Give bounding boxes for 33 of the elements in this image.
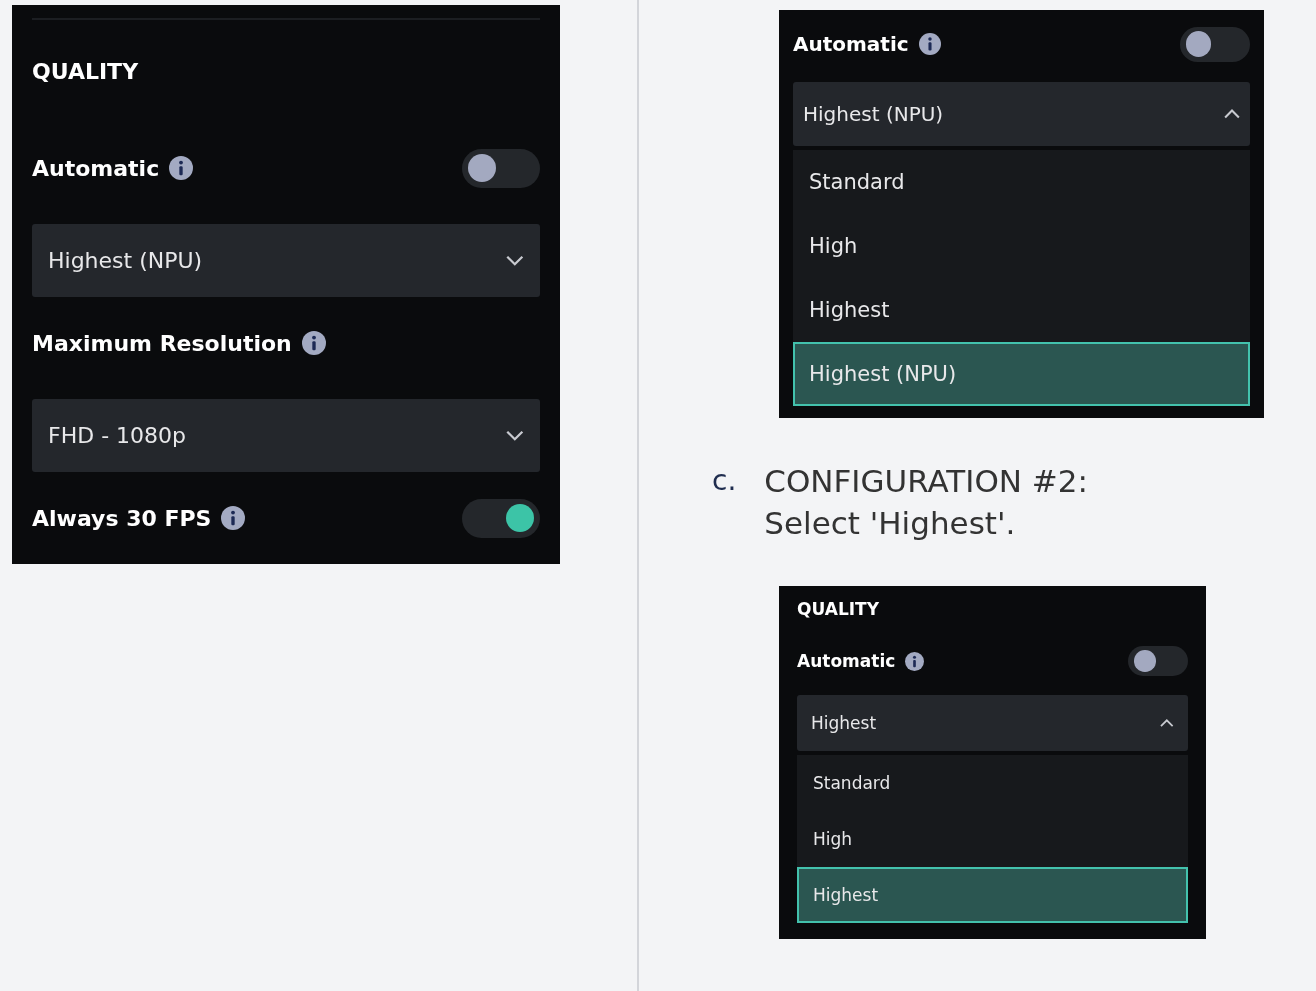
toggle-switch[interactable] (462, 148, 540, 188)
setting-label: Automatic (797, 651, 896, 671)
setting-label: Automatic (793, 32, 909, 56)
section-title: QUALITY (797, 597, 880, 621)
chevron-down-icon (506, 255, 524, 266)
setting-label: Always 30 FPS (32, 505, 212, 531)
dropdown-option[interactable]: Highest (793, 278, 1250, 342)
dropdown-option[interactable]: Standard (793, 150, 1250, 214)
dropdown[interactable]: Highest (NPU) (793, 82, 1250, 146)
dropdown-option[interactable]: Standard (797, 755, 1188, 811)
dropdown-option[interactable]: High (797, 811, 1188, 867)
list-marker: c. (712, 463, 737, 499)
toggle-switch[interactable] (1180, 26, 1250, 62)
dropdown[interactable]: FHD - 1080p (32, 399, 540, 472)
section-title: QUALITY (32, 57, 140, 86)
info-icon (221, 506, 246, 530)
chevron-up-icon (1160, 718, 1174, 728)
info-icon (301, 331, 326, 355)
step-text: CONFIGURATION #2: Select 'Highest'. (764, 462, 1089, 543)
dropdown[interactable]: Highest (797, 695, 1188, 751)
dropdown-option[interactable]: High (793, 214, 1250, 278)
info-icon (918, 33, 941, 55)
info-icon (905, 651, 925, 671)
toggle-switch[interactable] (1128, 646, 1188, 676)
dropdown[interactable]: Highest (NPU) (32, 224, 540, 297)
info-icon (169, 156, 194, 180)
dropdown-option[interactable]: Highest (NPU) (793, 342, 1250, 406)
chevron-down-icon (506, 430, 524, 441)
chevron-up-icon (1224, 109, 1240, 119)
setting-label: Automatic (32, 155, 160, 181)
dropdown-option[interactable]: Highest (797, 867, 1188, 923)
setting-label: Maximum Resolution (32, 330, 292, 356)
toggle-switch[interactable] (462, 498, 540, 538)
